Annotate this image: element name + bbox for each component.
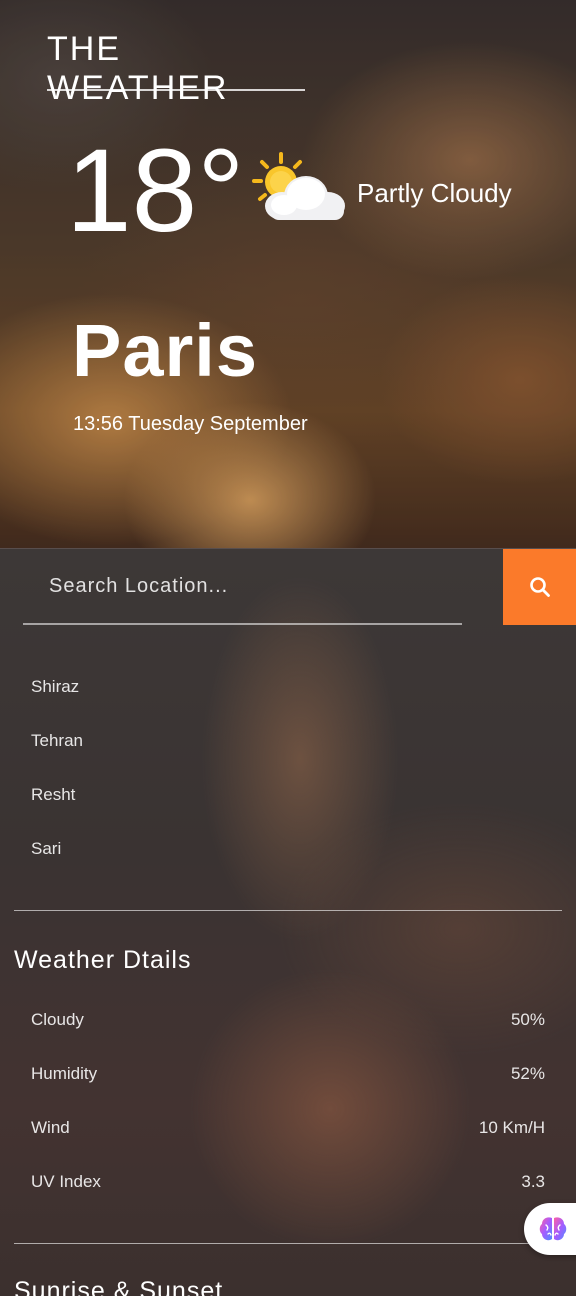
search-button[interactable] [503, 549, 576, 625]
detail-row-cloudy: Cloudy 50% [0, 993, 576, 1047]
assistant-widget-button[interactable] [524, 1203, 576, 1255]
city-name: Paris [72, 309, 259, 392]
detail-label: Cloudy [31, 1010, 84, 1029]
location-item-shiraz[interactable]: Shiraz [0, 659, 576, 713]
sunrise-sunset-title: Sunrise & Sunset [14, 1277, 224, 1296]
detail-row-uv-index: UV Index 3.3 [0, 1155, 576, 1209]
detail-label: UV Index [31, 1172, 101, 1191]
brain-icon [539, 1217, 567, 1241]
side-panel: Shiraz Tehran Resht Sari Weather Dtails … [0, 548, 576, 1296]
search-input[interactable] [23, 549, 462, 625]
weather-app: THE WEATHER 18° Partly Cloudy Paris 13:5… [0, 0, 576, 1296]
detail-value: 10 Km/H [478, 1118, 545, 1137]
location-list: Shiraz Tehran Resht Sari [0, 659, 576, 875]
weather-condition: Partly Cloudy [357, 178, 512, 208]
detail-label: Wind [31, 1118, 70, 1137]
detail-value: 52% [510, 1064, 545, 1083]
location-item-sari[interactable]: Sari [0, 821, 576, 875]
detail-row-humidity: Humidity 52% [0, 1047, 576, 1101]
search-icon [529, 577, 550, 597]
divider [14, 910, 562, 911]
detail-value: 3.3 [521, 1172, 545, 1191]
weather-details-title: Weather Dtails [14, 946, 192, 974]
weather-details-list: Cloudy 50% Humidity 52% Wind 10 Km/H UV … [0, 993, 576, 1209]
hero-section: THE WEATHER 18° Partly Cloudy Paris 13:5… [0, 0, 576, 548]
location-item-tehran[interactable]: Tehran [0, 713, 576, 767]
partly-cloudy-icon [248, 150, 348, 226]
detail-value: 50% [510, 1010, 545, 1029]
brand-underline [47, 89, 305, 91]
detail-row-wind: Wind 10 Km/H [0, 1101, 576, 1155]
location-item-resht[interactable]: Resht [0, 767, 576, 821]
brand-title: THE WEATHER [47, 30, 229, 107]
divider [14, 1243, 562, 1244]
current-datetime: 13:56 Tuesday September [73, 413, 308, 435]
detail-label: Humidity [31, 1064, 98, 1083]
current-temperature: 18° [66, 125, 245, 257]
